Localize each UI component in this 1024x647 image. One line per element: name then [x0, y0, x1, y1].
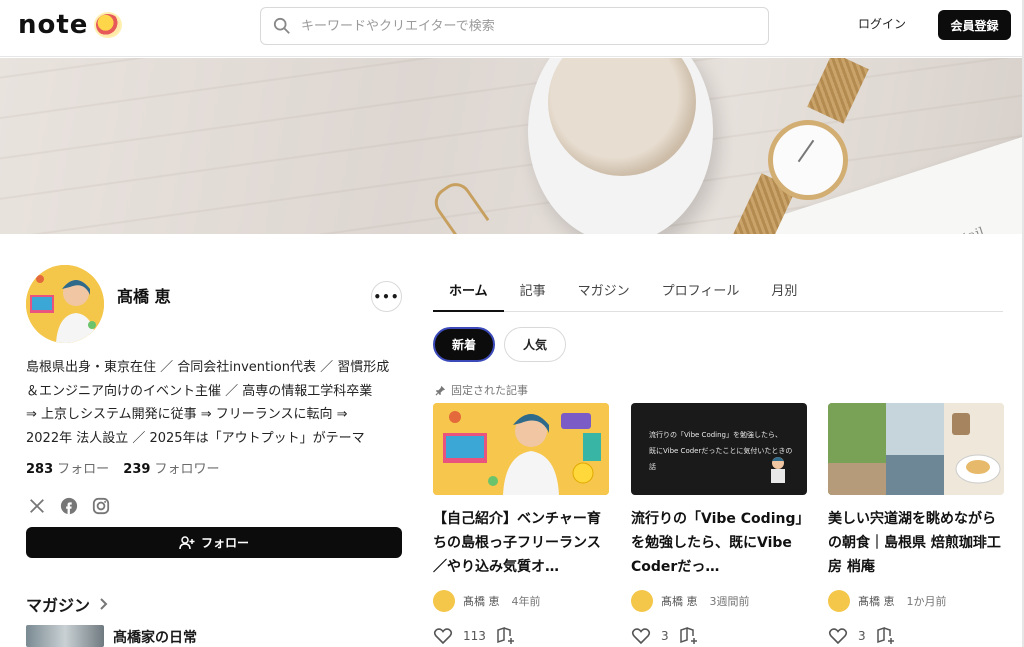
author-name[interactable]: 髙橋 恵 — [661, 593, 698, 609]
article-thumbnail[interactable] — [433, 403, 609, 495]
social-links — [28, 497, 110, 515]
profile-bio: 島根県出身・東京在住 ／ 合同会社invention代表 ／ 習慣形成 ＆エンジ… — [26, 356, 406, 450]
profile-name: 髙橋 恵 — [117, 287, 171, 306]
tab-profile[interactable]: プロフィール — [646, 270, 756, 312]
pin-icon — [435, 385, 446, 396]
article-actions: 3 — [828, 626, 896, 646]
x-twitter-icon[interactable] — [28, 497, 46, 515]
top-header: note ログイン 会員登録 — [0, 0, 1024, 57]
article-card[interactable]: 【自己紹介】ベンチャー育ちの島根っ子フリーランス／やり込み気質オ… 髙橋 恵 4… — [433, 403, 609, 647]
article-actions: 113 — [433, 626, 516, 646]
following-label[interactable]: フォロー — [57, 462, 109, 477]
bio-line: 島根県出身・東京在住 ／ 合同会社invention代表 ／ 習慣形成 — [26, 360, 390, 375]
article-meta: 髙橋 恵 3週間前 — [631, 590, 750, 612]
search-icon — [273, 17, 290, 34]
heart-icon[interactable] — [828, 626, 848, 646]
article-date: 3週間前 — [709, 595, 750, 608]
profile-banner: Goal Detail — [0, 58, 1024, 234]
article-title[interactable]: 流行りの「Vibe Coding」を勉強したら、既にVibe Coderだっ… — [631, 507, 807, 579]
bio-line: ＆エンジニア向けのイベント主催 ／ 高専の情報工学科卒業 — [26, 383, 373, 399]
author-avatar[interactable] — [828, 590, 850, 612]
like-count: 113 — [463, 629, 486, 643]
facebook-icon[interactable] — [60, 497, 78, 515]
note-logo[interactable]: note — [18, 10, 123, 40]
heart-icon[interactable] — [433, 626, 453, 646]
magazine-heading[interactable]: マガジン — [26, 592, 108, 616]
article-meta: 髙橋 恵 1か月前 — [828, 590, 947, 612]
add-to-magazine-icon[interactable] — [876, 626, 896, 646]
follow-button[interactable]: フォロー — [26, 527, 402, 558]
tab-monthly[interactable]: 月別 — [755, 270, 813, 312]
article-thumbnail[interactable] — [828, 403, 1004, 495]
article-actions: 3 — [631, 626, 699, 646]
follow-button-label: フォロー — [200, 536, 249, 550]
signup-button[interactable]: 会員登録 — [938, 10, 1011, 40]
character-icon — [771, 457, 785, 483]
author-avatar[interactable] — [631, 590, 653, 612]
author-name[interactable]: 髙橋 恵 — [463, 593, 500, 609]
followers-count[interactable]: 239 — [123, 462, 150, 477]
article-date: 4年前 — [511, 595, 541, 608]
like-count: 3 — [661, 629, 669, 643]
followers-label[interactable]: フォロワー — [154, 462, 219, 477]
bio-line: ⇒ 上京しシステム開発に従事 ⇒ フリーランスに転向 ⇒ — [26, 407, 348, 422]
wristwatch-image — [768, 120, 848, 200]
thumbnail-text: 流行りの「Vibe Coding」を勉強したら、 — [649, 431, 782, 439]
chevron-right-icon — [100, 598, 108, 610]
instagram-icon[interactable] — [92, 497, 110, 515]
article-title[interactable]: 美しい宍道湖を眺めながらの朝食｜島根県 焙煎珈琲工房 梢庵 — [828, 507, 1004, 579]
follow-stats: 283 フォロー 239 フォロワー — [26, 458, 229, 477]
more-options-button[interactable]: ••• — [371, 281, 402, 312]
add-to-magazine-icon[interactable] — [679, 626, 699, 646]
tab-articles[interactable]: 記事 — [504, 270, 562, 312]
filter-popular-button[interactable]: 人気 — [504, 327, 566, 362]
like-count: 3 — [858, 629, 866, 643]
tab-magazine[interactable]: マガジン — [562, 270, 646, 312]
article-card[interactable]: 流行りの「Vibe Coding」を勉強したら、 既にVibe Coderだった… — [631, 403, 807, 647]
article-thumbnail[interactable]: 流行りの「Vibe Coding」を勉強したら、 既にVibe Coderだった… — [631, 403, 807, 495]
add-to-magazine-icon[interactable] — [496, 626, 516, 646]
following-count[interactable]: 283 — [26, 462, 53, 477]
bio-line: 2022年 法人設立 ／ 2025年は「アウトプット」がテーマ — [26, 430, 365, 446]
author-name[interactable]: 髙橋 恵 — [858, 593, 895, 609]
avatar[interactable] — [26, 265, 104, 343]
magazine-heading-label: マガジン — [26, 596, 91, 615]
add-user-icon — [179, 535, 195, 549]
event-badge-icon — [94, 12, 123, 38]
article-card[interactable]: 美しい宍道湖を眺めながらの朝食｜島根県 焙煎珈琲工房 梢庵 髙橋 恵 1か月前 … — [828, 403, 1004, 647]
tab-home[interactable]: ホーム — [433, 270, 504, 312]
heart-icon[interactable] — [631, 626, 651, 646]
search-box[interactable] — [260, 7, 769, 45]
magazine-title[interactable]: 髙橋家の日常 — [113, 627, 197, 647]
article-date: 1か月前 — [906, 595, 947, 608]
article-title[interactable]: 【自己紹介】ベンチャー育ちの島根っ子フリーランス／やり込み気質オ… — [433, 507, 609, 579]
pinned-label-text: 固定された記事 — [451, 384, 528, 397]
logo-text: note — [18, 10, 89, 40]
login-link[interactable]: ログイン — [858, 15, 906, 32]
search-input[interactable] — [301, 18, 741, 34]
magazine-thumbnail[interactable] — [26, 625, 104, 647]
author-avatar[interactable] — [433, 590, 455, 612]
article-meta: 髙橋 恵 4年前 — [433, 590, 541, 612]
profile-tabs: ホーム 記事 マガジン プロフィール 月別 — [433, 270, 1003, 312]
filter-new-button[interactable]: 新着 — [433, 327, 495, 362]
pinned-articles-label: 固定された記事 — [435, 382, 528, 398]
